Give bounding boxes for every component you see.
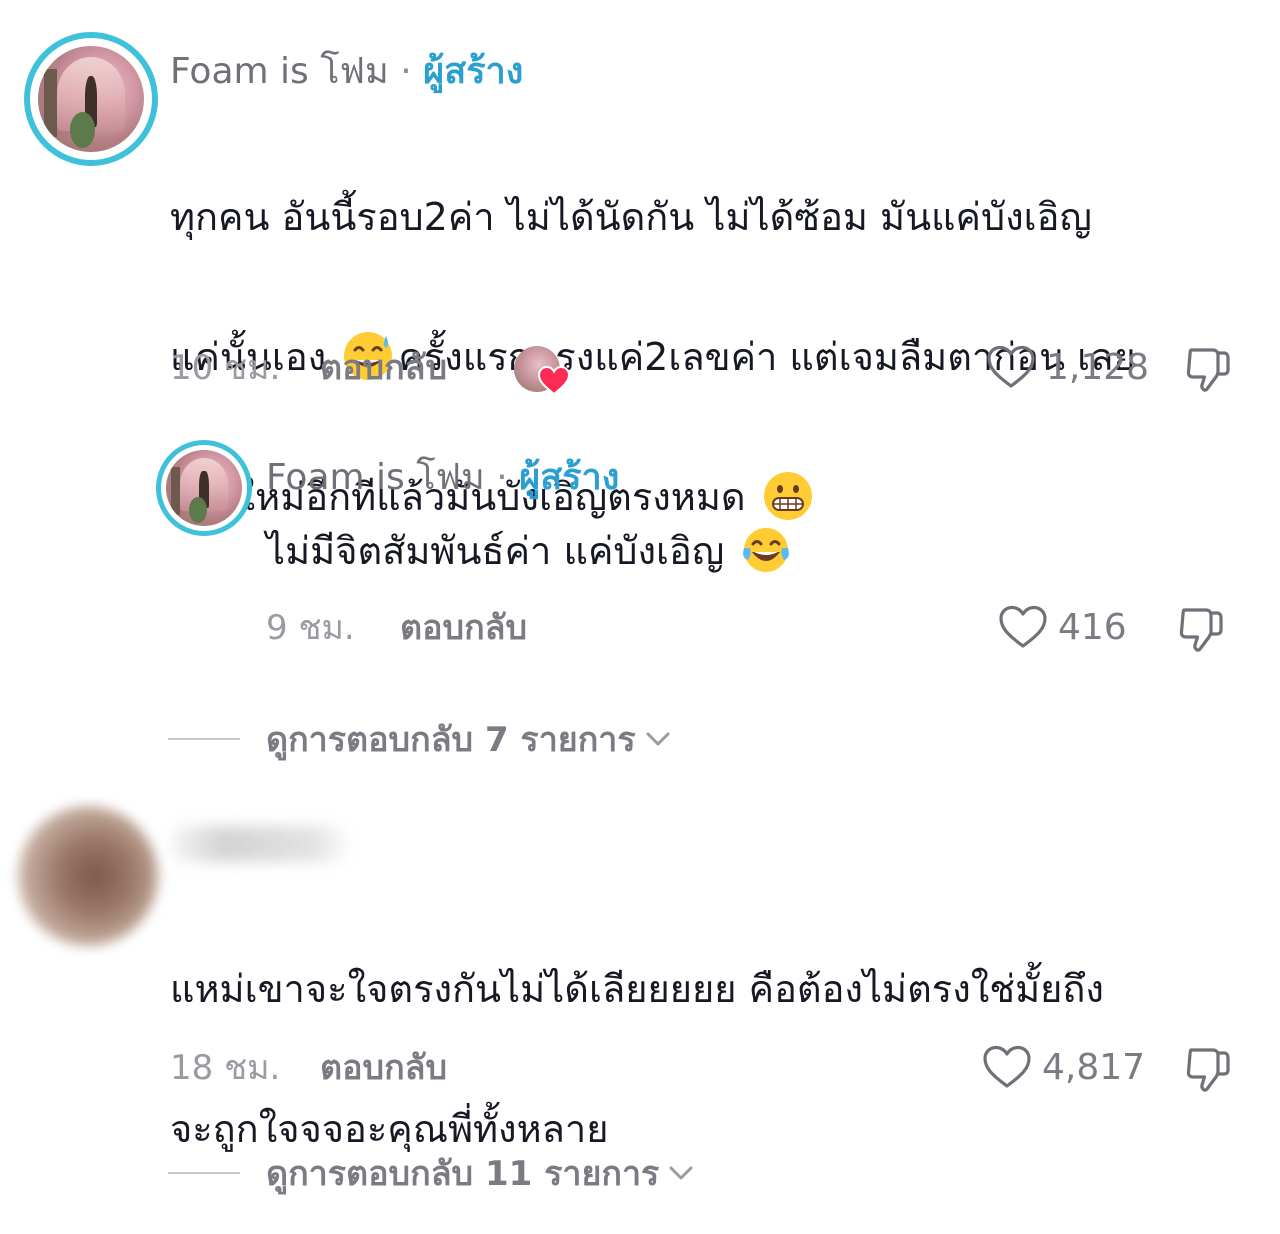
comment-header: Foam is โฟม · ผู้สร้าง — [170, 50, 523, 94]
reply-button[interactable]: ตอบกลับ — [320, 1048, 447, 1088]
comment-time: 10 ชม. — [170, 348, 281, 388]
heart-icon[interactable] — [998, 604, 1048, 650]
separator: · — [496, 457, 508, 498]
like-control[interactable]: 416 — [998, 604, 1127, 650]
reply-text: ไม่มีจิตสัมพันธ์ค่า แค่บังเอิญ — [266, 516, 1166, 586]
like-control[interactable]: 1,128 — [986, 344, 1149, 390]
like-count: 416 — [1058, 606, 1127, 648]
comment-text-line: แหม่เขาจะใจตรงกันไม่ได้เลียยยยย คือต้องไ… — [170, 967, 1104, 1011]
comment-time: 18 ชม. — [170, 1048, 281, 1088]
username[interactable]: Foam is โฟม — [170, 51, 389, 92]
heart-icon[interactable] — [982, 1044, 1032, 1090]
comment-text-line: ทุกคน อันนี้รอบ2ค่า ไม่ได้นัดกัน ไม่ได้ซ… — [170, 195, 1092, 239]
dislike-icon[interactable] — [1183, 1044, 1233, 1094]
tears-of-joy-emoji — [743, 527, 790, 572]
username[interactable]: Foam is โฟม — [266, 457, 485, 498]
reply-header: Foam is โฟม · ผู้สร้าง — [266, 456, 619, 500]
chevron-down-icon — [669, 1166, 693, 1180]
like-count: 1,128 — [1046, 346, 1150, 388]
divider-line — [168, 1172, 240, 1174]
view-replies-button[interactable]: ดูการตอบกลับ 7 รายการ — [168, 712, 672, 766]
avatar-image — [166, 450, 242, 526]
view-replies-button[interactable]: ดูการตอบกลับ 11 รายการ — [168, 1146, 695, 1200]
like-control[interactable]: 4,817 — [982, 1044, 1145, 1090]
dislike-icon[interactable] — [1176, 604, 1226, 654]
username-blurred — [170, 826, 350, 862]
avatar-image — [38, 46, 144, 152]
heart-filled-icon — [538, 366, 570, 396]
avatar[interactable] — [18, 806, 158, 946]
divider-line — [168, 738, 240, 740]
heart-icon[interactable] — [986, 344, 1036, 390]
view-replies-label: ดูการตอบกลับ 11 รายการ — [266, 1154, 660, 1194]
separator: · — [400, 51, 412, 92]
grimace-emoji — [763, 471, 812, 520]
creator-badge: ผู้สร้าง — [423, 51, 524, 92]
like-count: 4,817 — [1042, 1046, 1146, 1088]
reply-text-segment: ไม่มีจิตสัมพันธ์ค่า แค่บังเอิญ — [266, 529, 737, 573]
dislike-icon[interactable] — [1183, 344, 1233, 394]
reply-button[interactable]: ตอบกลับ — [320, 348, 447, 388]
view-replies-label: ดูการตอบกลับ 7 รายการ — [266, 720, 636, 760]
creator-badge: ผู้สร้าง — [519, 457, 620, 498]
reply-button[interactable]: ตอบกลับ — [400, 608, 527, 648]
chevron-down-icon — [646, 732, 670, 746]
reply-time: 9 ชม. — [266, 608, 355, 648]
